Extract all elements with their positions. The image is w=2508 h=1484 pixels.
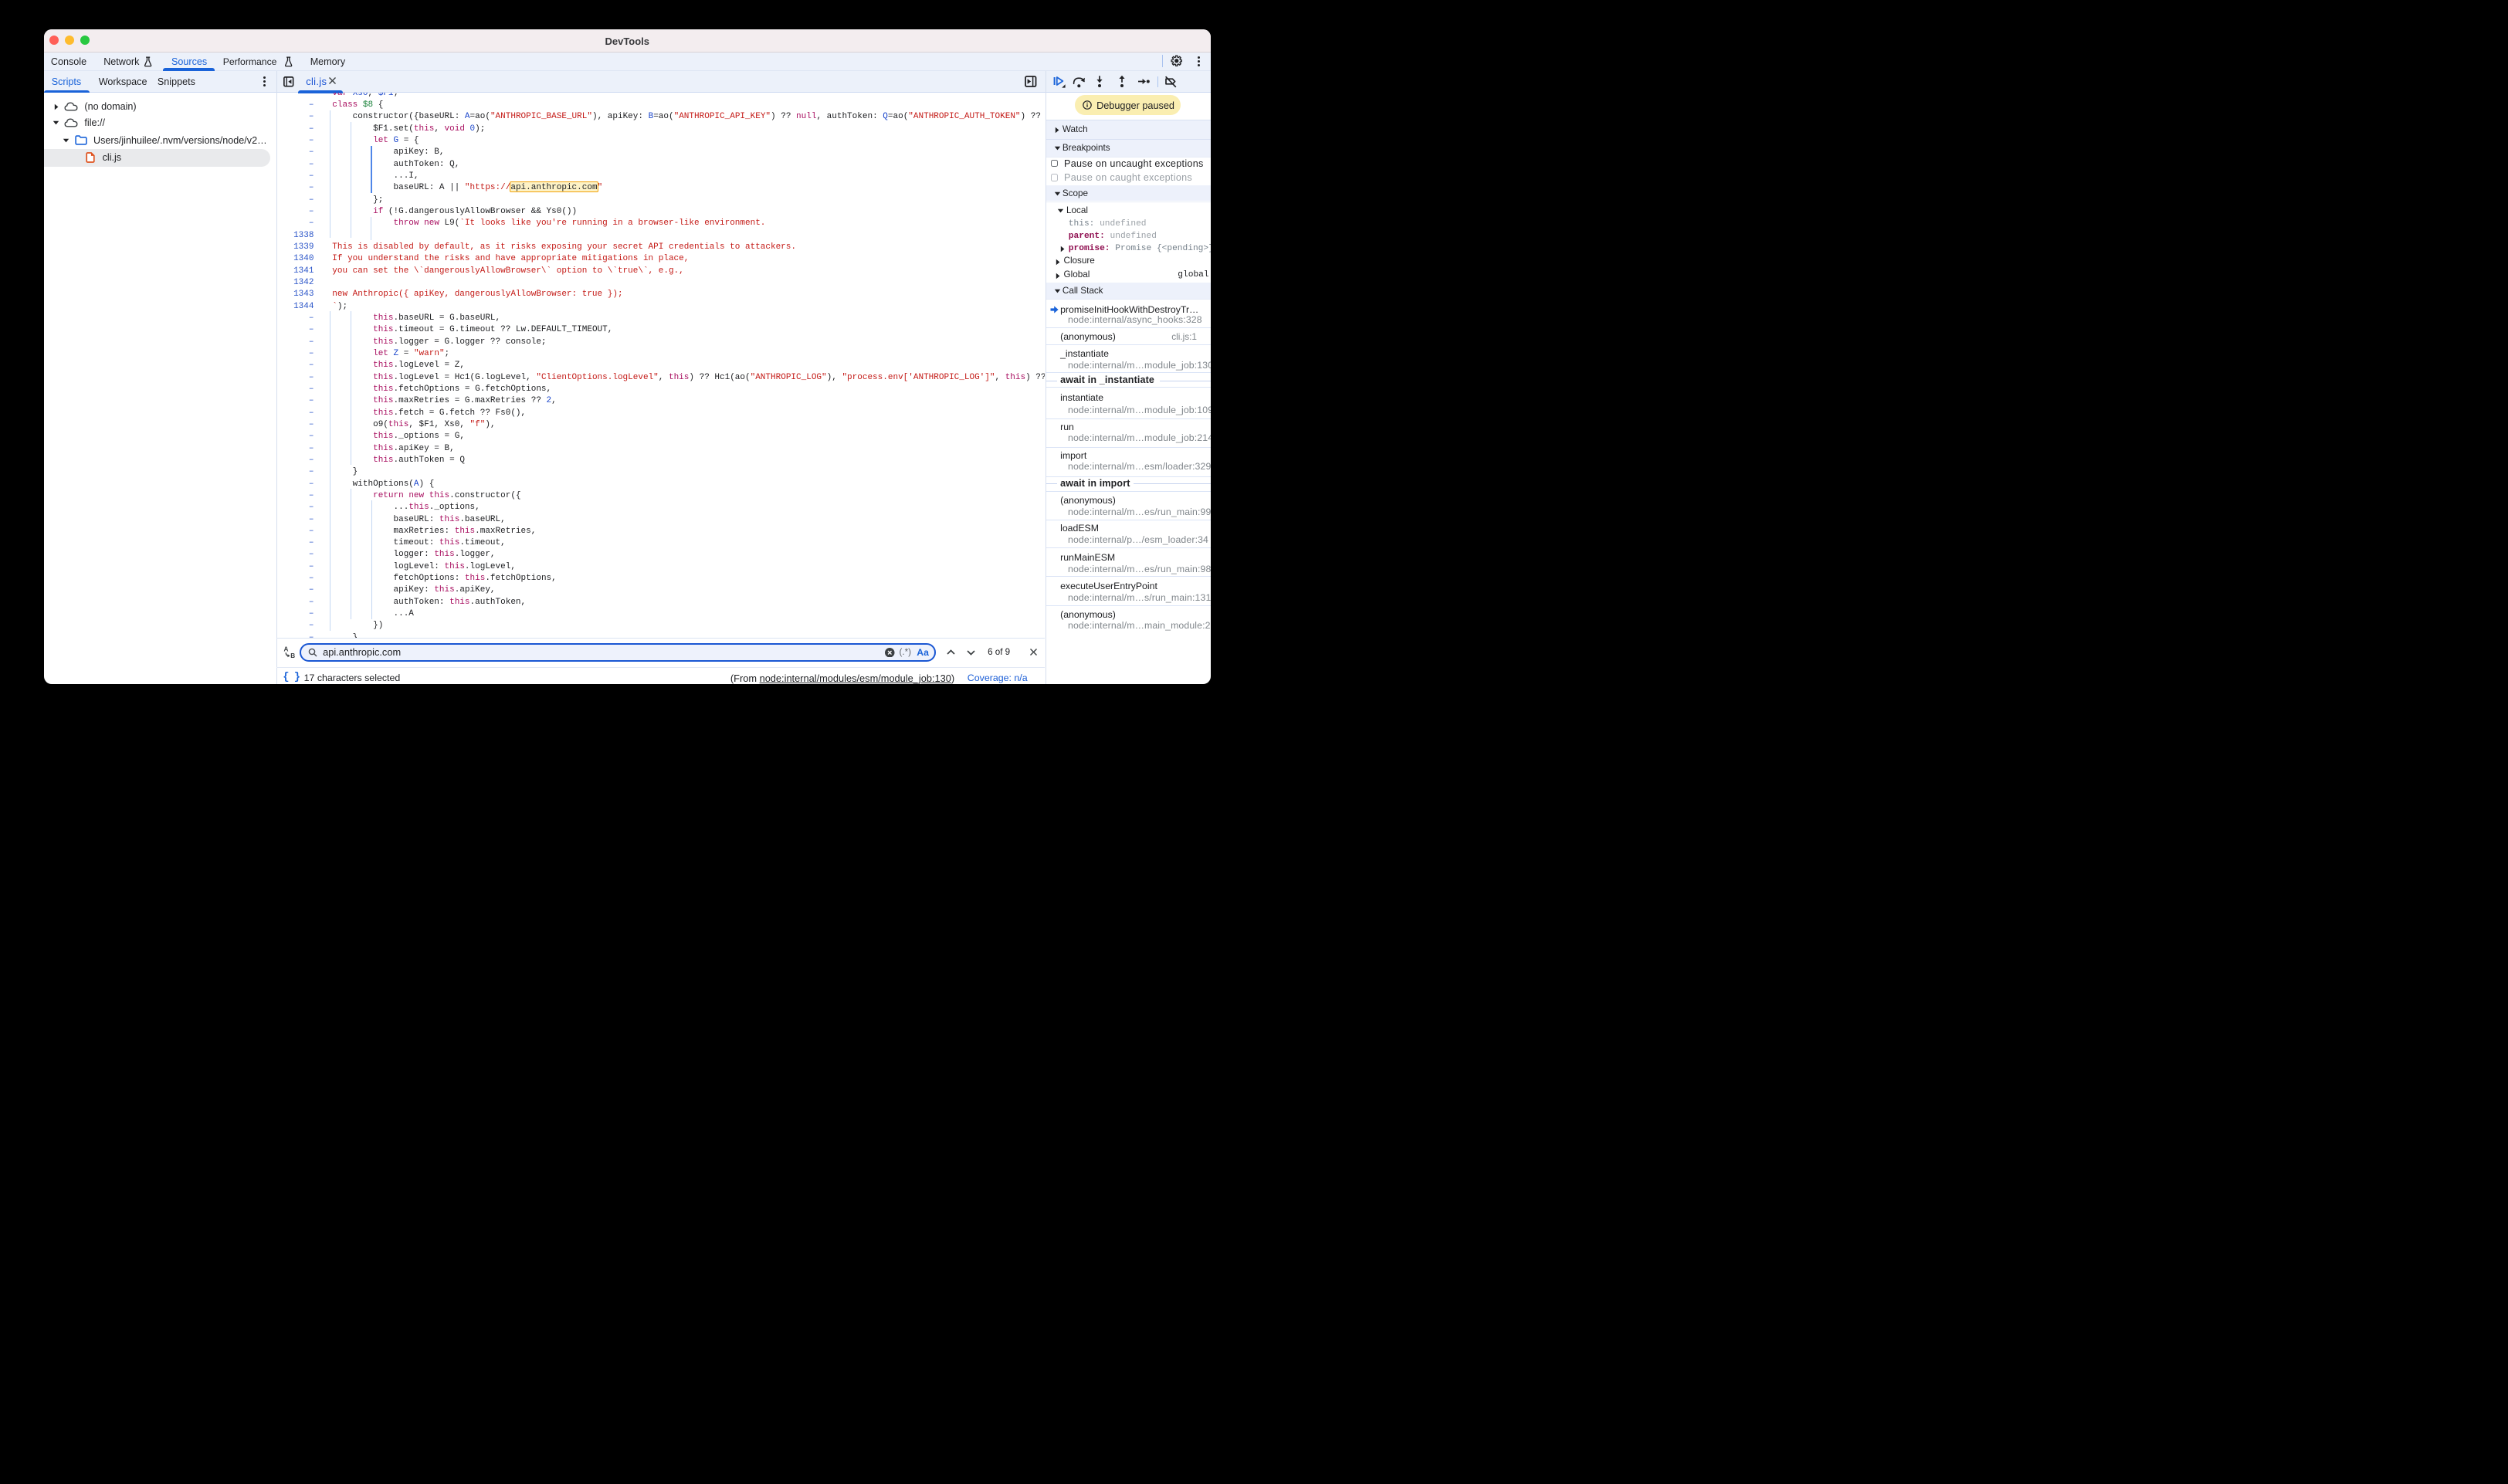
svg-text:B: B — [290, 652, 295, 659]
svg-text:A: A — [283, 646, 288, 653]
